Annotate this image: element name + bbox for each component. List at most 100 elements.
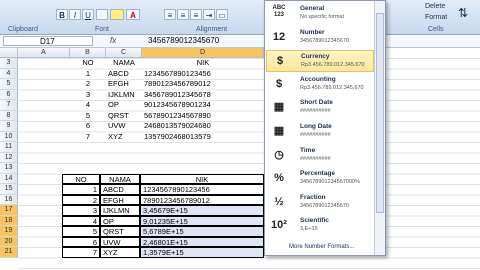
- table1-nama-cell[interactable]: ABCD: [106, 69, 144, 80]
- borders-button[interactable]: [96, 9, 108, 20]
- fill-color-button[interactable]: [110, 9, 124, 20]
- row-header-17[interactable]: 17: [0, 205, 18, 216]
- bold-button[interactable]: B: [56, 9, 68, 20]
- table2-header-nik[interactable]: NIK: [140, 173, 264, 184]
- format-option-accounting[interactable]: $ Accounting Rp3.456.789.012.345.670: [266, 74, 374, 96]
- table2-nama-cell[interactable]: XYZ: [100, 247, 140, 258]
- row-header-20[interactable]: 20: [0, 236, 18, 247]
- align-center-button[interactable]: ≡: [177, 9, 189, 20]
- underline-button[interactable]: U: [82, 9, 94, 20]
- table2-nik-cell[interactable]: 3,45679E+15: [140, 205, 264, 216]
- italic-button[interactable]: I: [69, 9, 81, 20]
- table2-header-nama[interactable]: NAMA: [100, 173, 140, 184]
- row-header-15[interactable]: 15: [0, 184, 18, 195]
- table1-nama-cell[interactable]: OP: [106, 100, 144, 111]
- row-header-14[interactable]: 14: [0, 173, 18, 184]
- table1-nama-cell[interactable]: XYZ: [106, 132, 144, 143]
- table1-no-cell[interactable]: 3: [70, 90, 106, 101]
- column-header-b[interactable]: B: [70, 48, 106, 58]
- table1-no-cell[interactable]: 1: [70, 69, 106, 80]
- fx-icon[interactable]: fx: [110, 36, 116, 45]
- table1-nik-cell[interactable]: 7890123456789012: [142, 79, 266, 90]
- row-header-6[interactable]: 6: [0, 89, 18, 100]
- table1-nik-cell[interactable]: 5678901234567890: [142, 111, 266, 122]
- table1-no-cell[interactable]: 4: [70, 100, 106, 111]
- row-header-9[interactable]: 9: [0, 121, 18, 132]
- table1-no-cell[interactable]: 2: [70, 79, 106, 90]
- more-number-formats-link[interactable]: More Number Formats...: [289, 244, 354, 250]
- format-button[interactable]: Format: [425, 14, 447, 21]
- table2-no-cell[interactable]: 2: [62, 194, 100, 205]
- table1-nik-cell[interactable]: 3456789012345678: [142, 90, 266, 101]
- format-option-short-date[interactable]: ▦ Short Date ##########: [266, 97, 374, 119]
- column-header-d[interactable]: D: [142, 48, 264, 58]
- column-header-c[interactable]: C: [106, 48, 142, 58]
- scrollbar-thumb[interactable]: [376, 13, 384, 213]
- table2-header-no[interactable]: NO: [62, 173, 100, 184]
- table2-nik-cell[interactable]: 1,3579E+15: [140, 247, 264, 258]
- table2-no-cell[interactable]: 6: [62, 236, 100, 247]
- format-option-currency[interactable]: $ Currency Rp3.456.789.012.345.670: [266, 50, 374, 73]
- table1-no-cell[interactable]: 6: [70, 121, 106, 132]
- row-header-11[interactable]: 11: [0, 142, 18, 153]
- sort-filter-icon[interactable]: ⇅: [458, 6, 468, 20]
- name-box[interactable]: D17: [3, 36, 93, 46]
- table2-nama-cell[interactable]: EFGH: [100, 194, 140, 205]
- table2-nik-cell[interactable]: 9,01235E+15: [140, 215, 264, 226]
- row-header-12[interactable]: 12: [0, 152, 18, 163]
- format-option-number[interactable]: 12 Number 3456789012345670: [266, 27, 374, 49]
- table1-nama-cell[interactable]: IJKLMN: [106, 90, 144, 101]
- row-header-16[interactable]: 16: [0, 194, 18, 205]
- column-header-a[interactable]: A: [18, 48, 70, 58]
- table1-no-cell[interactable]: 7: [70, 132, 106, 143]
- row-header-10[interactable]: 10: [0, 131, 18, 142]
- table1-no-cell[interactable]: 5: [70, 111, 106, 122]
- formula-input[interactable]: 3456789012345670: [148, 36, 219, 45]
- align-left-button[interactable]: ≡: [164, 9, 176, 20]
- delete-button[interactable]: Delete: [425, 3, 445, 10]
- format-option-percentage[interactable]: % Percentage 345678901234567000%: [266, 168, 374, 190]
- row-header-4[interactable]: 4: [0, 68, 18, 79]
- table2-nama-cell[interactable]: OP: [100, 215, 140, 226]
- row-header-18[interactable]: 18: [0, 215, 18, 226]
- table1-nik-cell[interactable]: 1234567890123456: [142, 69, 266, 80]
- table2-no-cell[interactable]: 3: [62, 205, 100, 216]
- table1-nik-cell[interactable]: 1357902468013579: [142, 132, 266, 143]
- row-header-5[interactable]: 5: [0, 79, 18, 90]
- row-header-3[interactable]: 3: [0, 58, 18, 69]
- table1-header-no[interactable]: NO: [70, 58, 106, 69]
- table2-nik-cell[interactable]: 7890123456789012: [140, 194, 264, 205]
- format-option-scientific[interactable]: 10² Scientific 3,E+15: [266, 215, 374, 237]
- table2-nik-cell[interactable]: 5,6789E+15: [140, 226, 264, 237]
- dropdown-scrollbar[interactable]: [374, 1, 385, 255]
- table2-nama-cell[interactable]: ABCD: [100, 184, 140, 195]
- table1-nama-cell[interactable]: EFGH: [106, 79, 144, 90]
- font-color-button[interactable]: A: [126, 9, 140, 20]
- table2-no-cell[interactable]: 5: [62, 226, 100, 237]
- table2-nama-cell[interactable]: UVW: [100, 236, 140, 247]
- table2-no-cell[interactable]: 4: [62, 215, 100, 226]
- align-right-button[interactable]: ≡: [190, 9, 202, 20]
- format-option-fraction[interactable]: ½ Fraction 3456789012345670: [266, 192, 374, 214]
- indent-button[interactable]: ⇥: [203, 9, 215, 20]
- format-option-general[interactable]: ABC 123 General No specific format: [266, 3, 374, 25]
- table2-nama-cell[interactable]: IJKLMN: [100, 205, 140, 216]
- table2-nik-cell[interactable]: 2,46801E+15: [140, 236, 264, 247]
- row-header-8[interactable]: 8: [0, 110, 18, 121]
- table2-no-cell[interactable]: 1: [62, 184, 100, 195]
- row-header-7[interactable]: 7: [0, 100, 18, 111]
- row-header-13[interactable]: 13: [0, 163, 18, 174]
- table2-nama-cell[interactable]: QRST: [100, 226, 140, 237]
- format-option-long-date[interactable]: ▦ Long Date ##########: [266, 121, 374, 143]
- table2-no-cell[interactable]: 7: [62, 247, 100, 258]
- format-option-time[interactable]: ◷ Time ##########: [266, 145, 374, 167]
- select-all-corner[interactable]: [0, 48, 18, 58]
- table1-nik-cell[interactable]: 9012345678901234: [142, 100, 266, 111]
- merge-button[interactable]: ▭: [216, 9, 228, 20]
- table1-header-nama[interactable]: NAMA: [106, 58, 142, 69]
- table1-header-nik[interactable]: NIK: [142, 58, 264, 69]
- row-header-19[interactable]: 19: [0, 226, 18, 237]
- table2-nik-cell[interactable]: 1234567890123456: [140, 184, 264, 195]
- row-header-21[interactable]: 21: [0, 247, 18, 258]
- table1-nik-cell[interactable]: 2468013579024680: [142, 121, 266, 132]
